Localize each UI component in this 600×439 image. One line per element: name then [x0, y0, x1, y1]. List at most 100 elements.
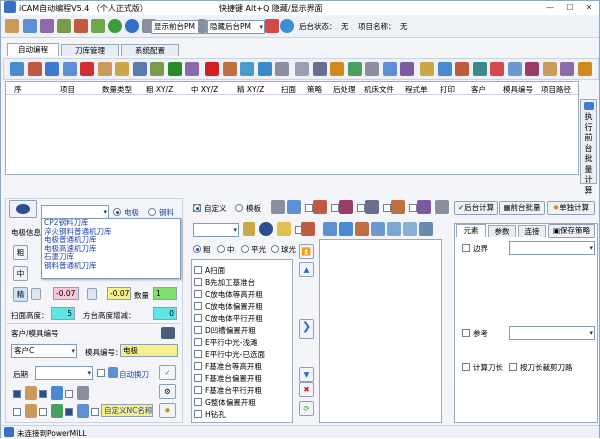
strategy-list[interactable]: A扫面 B先加工基准台 C放电体等高开粗 C放电体偏置开粗 C放电体平行开粗 D… [191, 259, 293, 423]
dropdown-option[interactable]: 钢料普通机刀库 [42, 261, 180, 271]
back-pm-select[interactable]: 隐藏后台PM ▾ [207, 20, 265, 34]
move-top-button[interactable]: ⏫ [299, 244, 314, 259]
archive-icon[interactable] [25, 404, 37, 418]
ref-checkbox[interactable] [462, 329, 470, 337]
info-icon[interactable] [125, 19, 139, 33]
tab-auto-programming[interactable]: 自动编程 [7, 43, 59, 56]
flag-icon[interactable] [330, 62, 344, 76]
check-icon[interactable] [167, 62, 182, 76]
run-front-batch-button[interactable]: 执 行 前 台 批 量 计 算 [580, 99, 597, 195]
eye-button[interactable] [9, 200, 37, 218]
list-checkbox[interactable] [194, 374, 202, 382]
tools-icon[interactable] [57, 19, 71, 33]
steel-radio[interactable] [148, 208, 156, 216]
minimize-icon[interactable]: — [541, 2, 559, 13]
confirm-button[interactable]: ✓ [159, 365, 176, 380]
list-checkbox[interactable] [194, 338, 202, 346]
list-checkbox[interactable] [194, 410, 202, 418]
electrode-radio[interactable] [113, 208, 121, 216]
cube-icon[interactable] [347, 62, 362, 76]
option-checkbox[interactable] [39, 390, 47, 398]
close-icon[interactable]: ✕ [580, 2, 598, 13]
surface-icon[interactable] [371, 222, 385, 236]
tab-system-config[interactable]: 系统配置 [121, 44, 179, 56]
border-checkbox[interactable] [462, 244, 470, 252]
option-checkbox[interactable] [13, 408, 21, 416]
download-icon[interactable] [45, 62, 59, 76]
delete-icon[interactable] [301, 222, 315, 236]
mid-button[interactable]: 中 [13, 266, 28, 281]
move-down-button[interactable]: ▼ [299, 367, 314, 382]
fine-button[interactable]: 精 [13, 287, 28, 302]
list-checkbox[interactable] [194, 350, 202, 358]
shape-icon[interactable] [403, 222, 417, 236]
rough-radio[interactable] [193, 245, 201, 253]
option-checkbox[interactable] [13, 390, 21, 398]
heart-icon[interactable] [490, 62, 504, 76]
network-icon[interactable] [265, 19, 279, 33]
tool-library-select[interactable]: ▾ [41, 205, 109, 219]
box-icon[interactable] [542, 62, 557, 76]
maximize-icon[interactable]: ☐ [561, 2, 579, 13]
option-checkbox[interactable] [383, 204, 391, 212]
platform-height-input[interactable]: 0 [153, 307, 177, 320]
document-icon[interactable] [91, 19, 105, 33]
border-select[interactable]: ▾ [509, 241, 595, 255]
part-icon[interactable] [417, 200, 431, 214]
list-checkbox[interactable] [194, 398, 202, 406]
bg-calc-button[interactable]: ✔后台计算 [454, 201, 498, 215]
save-icon[interactable] [161, 327, 175, 339]
post-processor-select[interactable]: ▾ [35, 366, 93, 380]
template-radio[interactable] [235, 204, 243, 212]
surface-icon[interactable] [387, 222, 401, 236]
part-icon[interactable] [391, 200, 405, 214]
list-checkbox[interactable] [194, 290, 202, 298]
database-icon[interactable] [365, 62, 379, 76]
fine-xy-input[interactable]: -0.07 [53, 287, 79, 300]
auto-tool-checkbox[interactable] [97, 369, 105, 377]
folder-icon[interactable] [23, 19, 37, 33]
lock-icon[interactable] [525, 62, 539, 76]
settings-button[interactable]: ✹ [159, 403, 176, 418]
selected-strategy-pane[interactable] [319, 239, 442, 423]
grid-icon[interactable] [400, 62, 414, 76]
tool-icon[interactable] [243, 222, 255, 236]
part-icon[interactable] [339, 200, 353, 214]
calc-tool-length-checkbox[interactable] [462, 363, 470, 371]
custom-nc-name[interactable]: 自定义NC名称 [101, 404, 153, 417]
part-icon[interactable] [437, 62, 452, 76]
diagram-icon[interactable] [51, 386, 63, 400]
list-checkbox[interactable] [194, 386, 202, 394]
option-checkbox[interactable] [65, 390, 73, 398]
layer-icon[interactable] [323, 222, 337, 236]
option-checkbox[interactable] [357, 204, 365, 212]
list-checkbox[interactable] [194, 326, 202, 334]
rough-button[interactable]: 粗 [13, 245, 28, 260]
chart-icon[interactable] [507, 62, 522, 76]
tab-params[interactable]: 参数 [488, 225, 516, 237]
ruler-icon[interactable] [420, 62, 434, 76]
option-checkbox[interactable] [409, 204, 417, 212]
table-icon[interactable] [150, 62, 164, 76]
document-icon[interactable] [51, 404, 63, 418]
book-icon[interactable] [74, 19, 88, 33]
list-checkbox[interactable] [194, 278, 202, 286]
redo-icon[interactable] [240, 62, 254, 76]
folder-icon[interactable] [25, 386, 37, 400]
machine-icon[interactable] [435, 200, 449, 214]
strategy-icon[interactable] [287, 200, 301, 214]
help-icon[interactable] [108, 19, 122, 33]
stop-icon[interactable] [80, 62, 94, 76]
front-batch-button[interactable]: ▦前台批量 [499, 201, 545, 215]
edit-icon[interactable] [277, 222, 291, 236]
printer-icon[interactable] [275, 62, 289, 76]
strategy-select[interactable]: ▾ [193, 223, 239, 237]
customer-select[interactable]: 客户C ▾ [11, 344, 77, 358]
open-icon[interactable] [27, 62, 42, 76]
mid-radio[interactable] [217, 245, 225, 253]
eye-icon[interactable] [259, 222, 273, 236]
option-checkbox[interactable] [39, 408, 47, 416]
gear-button[interactable]: ⚙ [159, 384, 176, 399]
shape-icon[interactable] [419, 222, 433, 236]
save-strategy-button[interactable]: ▣保存策略 [548, 224, 595, 238]
